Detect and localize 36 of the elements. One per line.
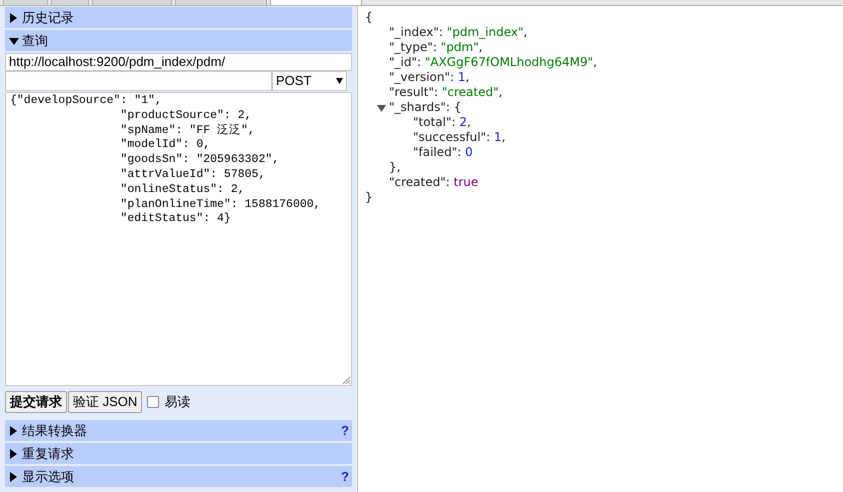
json-line: "failed": 0 [412, 145, 474, 160]
checkbox[interactable] [147, 396, 160, 408]
resize-grip-icon[interactable] [342, 376, 350, 384]
json-line: "successful": 1, [412, 130, 506, 145]
json-line: "_version": 1, [388, 70, 470, 85]
help-link[interactable]: ? [341, 466, 349, 486]
tab[interactable] [175, 0, 267, 5]
checkbox-label: 易读 [164, 393, 190, 412]
json-line: { [365, 10, 374, 25]
path-field[interactable] [5, 71, 272, 91]
submit-button[interactable]: 提交请求 [5, 391, 67, 413]
validate-button[interactable]: 验证 JSON [68, 391, 142, 413]
section-header[interactable]: 历史记录 [5, 7, 352, 28]
collapse-arrow-icon[interactable] [377, 104, 386, 112]
json-line: }, [388, 160, 402, 175]
request-body-field[interactable]: {"developSource": "1", "productSource": 2, "spName": "FF 泛泛", "modelId": 0, "goodsSn": "205963302", "attrValueId": 57805, "onlineStatus": 2, "planOnlineTime": 1588176000, "editStatus": 4} [5, 92, 352, 386]
method-dropdown[interactable]: POST [272, 71, 347, 91]
json-line: "_shards": { [389, 100, 462, 115]
section-header[interactable]: 结果转换器 ? [5, 420, 352, 441]
json-line: "total": 2, [412, 115, 472, 130]
json-line: "result": "created", [388, 85, 504, 100]
section-header[interactable]: 重复请求 [5, 443, 352, 464]
json-line: "_id": "AXGgF67fOMLhodhg64M9", [388, 55, 598, 70]
json-line: } [365, 190, 374, 205]
section-header[interactable]: 显示选项 ? [5, 466, 352, 487]
tab[interactable] [92, 0, 172, 5]
json-line: "_type": "pdm", [388, 40, 484, 55]
help-link[interactable]: ? [341, 420, 349, 440]
tab[interactable] [3, 0, 48, 5]
section-header[interactable]: 查询 [5, 30, 352, 51]
tab[interactable] [51, 0, 89, 5]
url-field[interactable]: http://localhost:9200/pdm_index/pdm/ [5, 53, 352, 71]
tab[interactable] [270, 0, 362, 5]
dropdown-arrow-icon [336, 78, 343, 84]
json-line: "_index": "pdm_index", [388, 25, 528, 40]
json-line: "created": true [388, 175, 480, 190]
